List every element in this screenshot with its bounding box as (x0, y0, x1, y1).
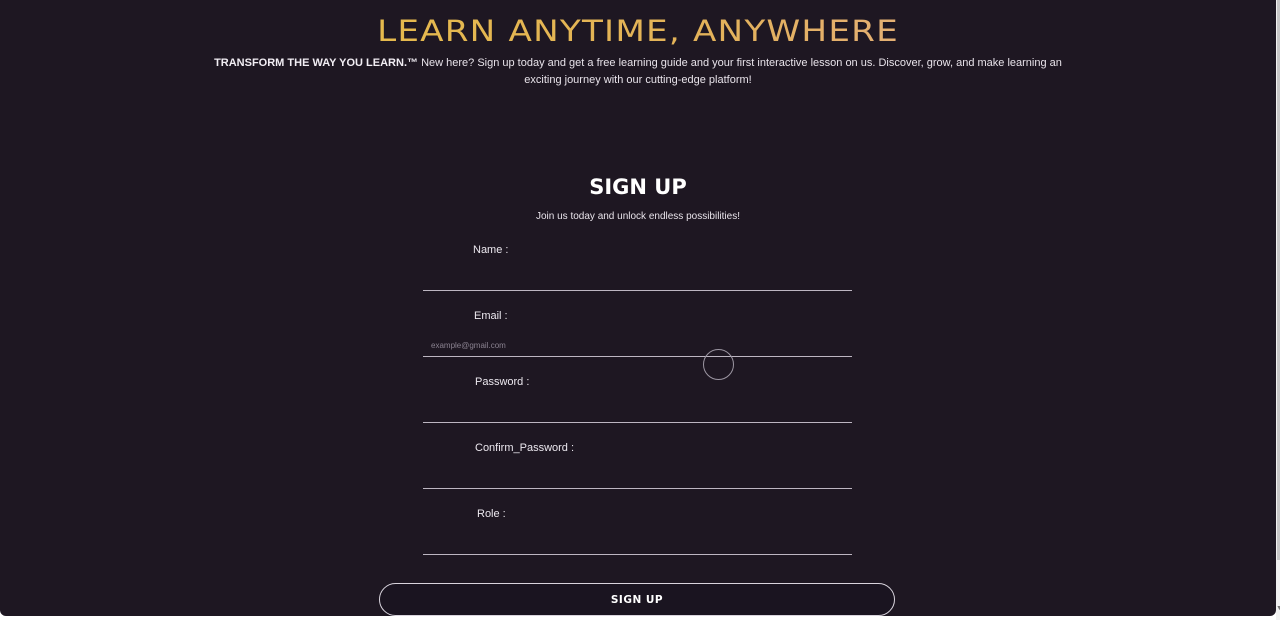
scrollbar[interactable]: ▼ (1276, 0, 1280, 620)
role-label: Role : (477, 508, 506, 520)
confirm-password-label: Confirm_Password : (475, 442, 575, 454)
signup-subheading: Join us today and unlock endless possibi… (535, 211, 740, 222)
role-input[interactable] (423, 533, 852, 555)
signup-heading: SIGN UP (589, 175, 687, 199)
name-label: Name : (473, 244, 509, 256)
cursor-ring (703, 349, 734, 380)
hero-title: LEARN ANYTIME, ANYWHERE (0, 14, 1276, 48)
confirm-password-input[interactable] (423, 467, 852, 489)
signup-page: LEARN ANYTIME, ANYWHERE TRANSFORM THE WA… (0, 0, 1276, 616)
password-input[interactable] (423, 401, 852, 423)
hero-description-block: TRANSFORM THE WAY YOU LEARN.™ New here? … (212, 55, 1064, 89)
hero-tagline: TRANSFORM THE WAY YOU LEARN.™ (214, 57, 419, 69)
password-label: Password : (475, 376, 530, 388)
scroll-down-arrow-icon[interactable]: ▼ (1276, 605, 1280, 612)
email-input[interactable] (423, 335, 852, 357)
name-input[interactable] (423, 269, 852, 291)
email-label: Email : (474, 310, 508, 322)
signup-submit-button[interactable]: SIGN UP (379, 583, 895, 616)
hero-description: New here? Sign up today and get a free l… (418, 57, 1062, 86)
